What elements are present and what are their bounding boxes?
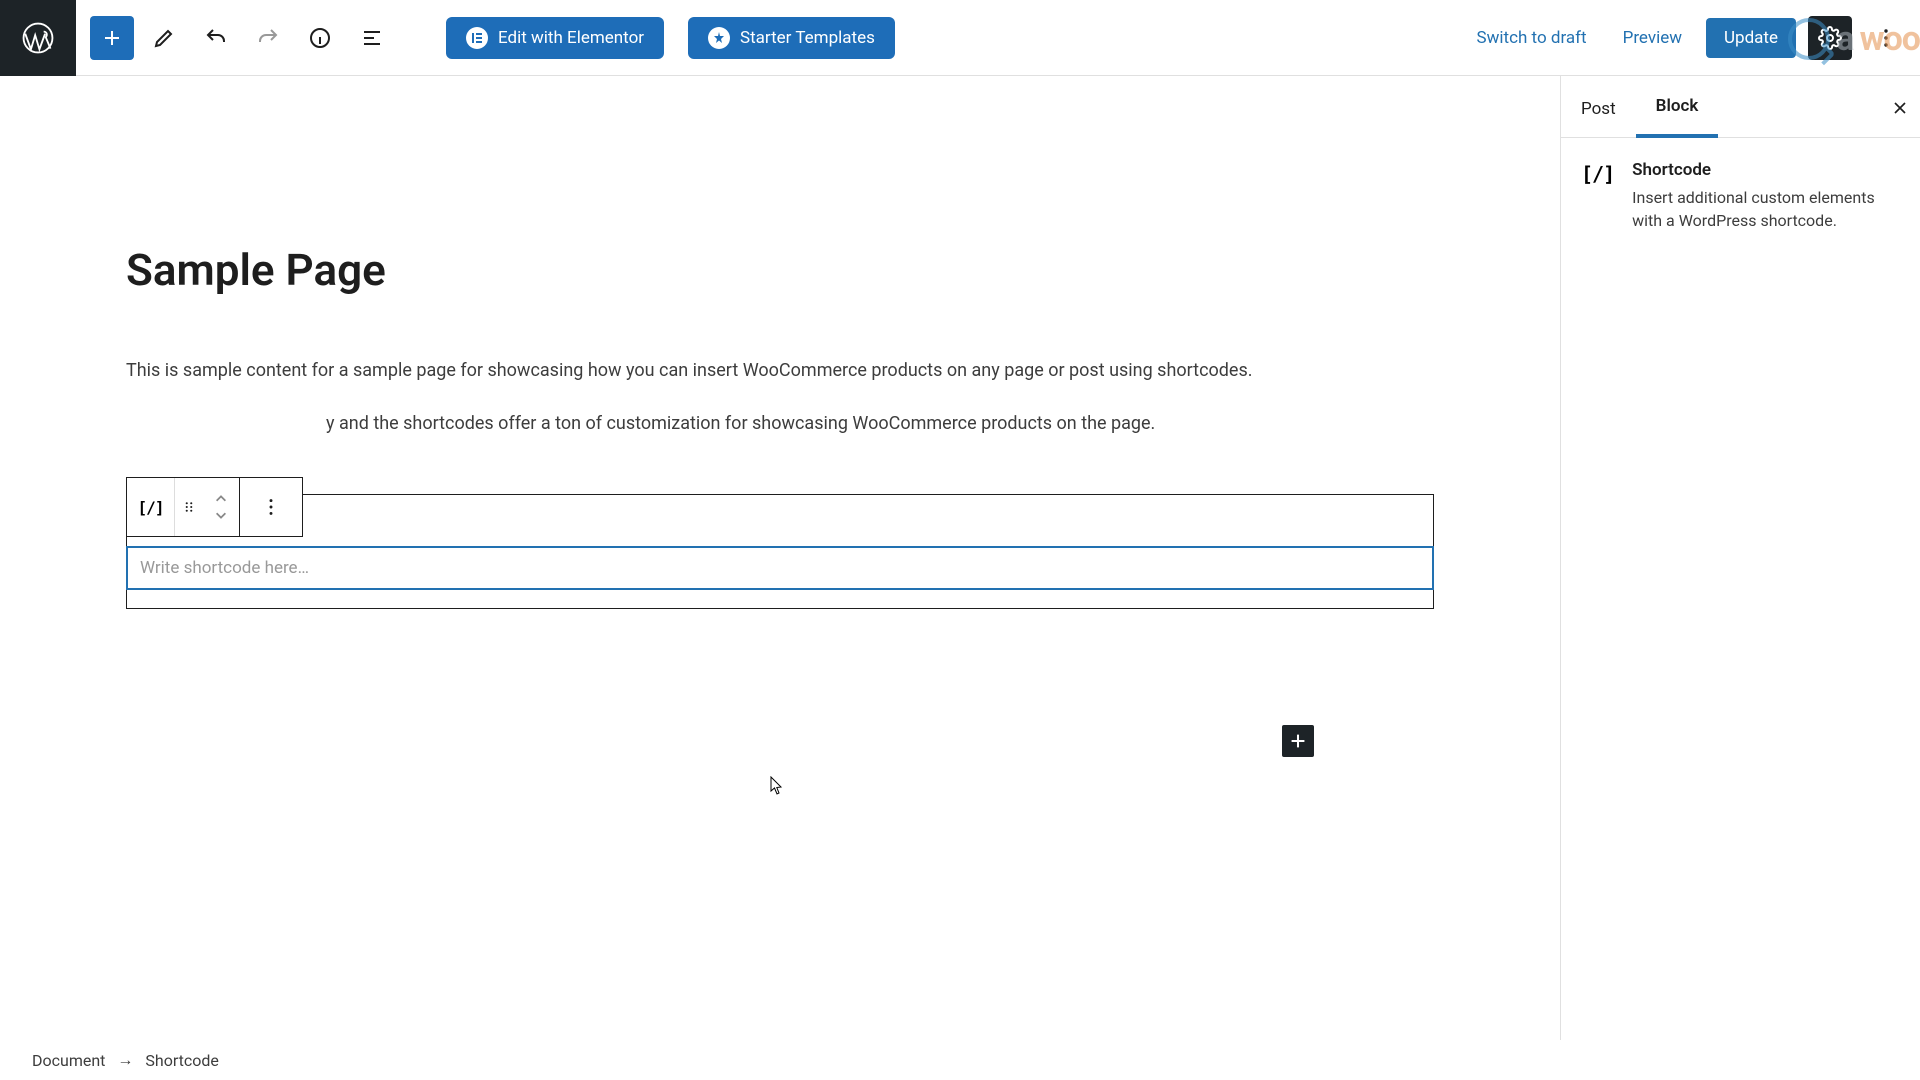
chevron-down-icon [214, 508, 228, 522]
block-type-button[interactable]: [/] [127, 478, 175, 536]
add-block-button[interactable] [90, 16, 134, 60]
update-button[interactable]: Update [1706, 18, 1796, 58]
shortcode-input[interactable] [128, 548, 1432, 588]
info-icon [308, 26, 332, 50]
cursor-icon [770, 776, 784, 796]
edit-with-elementor-button[interactable]: Edit with Elementor [446, 17, 664, 59]
list-icon [360, 26, 384, 50]
outline-button[interactable] [350, 16, 394, 60]
close-icon [1890, 98, 1910, 118]
undo-icon [204, 26, 228, 50]
settings-button[interactable] [1808, 16, 1852, 60]
wordpress-icon [21, 21, 55, 55]
redo-icon [256, 26, 280, 50]
page-title[interactable]: Sample Page [126, 244, 1560, 296]
pencil-icon [152, 26, 176, 50]
breadcrumb-arrow: → [117, 1050, 133, 1070]
shortcode-icon: [/] [138, 498, 164, 517]
plus-icon [100, 26, 124, 50]
kebab-icon [260, 496, 282, 518]
inline-add-block-button[interactable] [1282, 725, 1314, 757]
tab-post[interactable]: Post [1561, 81, 1636, 137]
kebab-icon [1874, 26, 1898, 50]
wordpress-logo[interactable] [0, 0, 76, 76]
block-toolbar: [/] [126, 477, 303, 537]
sidebar-block-title: Shortcode [1632, 160, 1900, 180]
details-button[interactable] [298, 16, 342, 60]
drag-icon [180, 498, 198, 516]
paragraph-1[interactable]: This is sample content for a sample page… [126, 358, 1446, 383]
starter-label: Starter Templates [740, 28, 875, 48]
drag-handle[interactable] [175, 478, 203, 536]
move-up-button[interactable] [211, 491, 231, 507]
breadcrumb-root[interactable]: Document [32, 1051, 105, 1070]
paragraph-2-text: y and the shortcodes offer a ton of cust… [326, 413, 1155, 434]
tab-block[interactable]: Block [1636, 78, 1719, 138]
redo-button[interactable] [246, 16, 290, 60]
tools-button[interactable] [142, 16, 186, 60]
paragraph-2[interactable]: y and the shortcodes offer a ton of cust… [326, 411, 1560, 436]
elementor-icon [466, 27, 488, 49]
sidebar-block-description: Insert additional custom elements with a… [1632, 186, 1900, 232]
block-more-options[interactable] [240, 478, 302, 536]
shortcode-icon: [/] [1581, 162, 1614, 232]
close-sidebar-button[interactable] [1880, 88, 1920, 128]
starter-icon [708, 27, 730, 49]
preview-button[interactable]: Preview [1611, 20, 1694, 56]
starter-templates-button[interactable]: Starter Templates [688, 17, 895, 59]
shortcode-block: [/] Shortcode [126, 494, 1434, 609]
breadcrumb-current[interactable]: Shortcode [145, 1051, 219, 1070]
undo-button[interactable] [194, 16, 238, 60]
elementor-label: Edit with Elementor [498, 28, 644, 48]
gear-icon [1818, 26, 1842, 50]
switch-to-draft-button[interactable]: Switch to draft [1465, 20, 1599, 56]
block-movers [203, 478, 239, 536]
chevron-up-icon [214, 492, 228, 506]
breadcrumb: Document → Shortcode [0, 1040, 1920, 1080]
move-down-button[interactable] [211, 507, 231, 523]
options-button[interactable] [1864, 16, 1908, 60]
plus-icon [1287, 730, 1309, 752]
